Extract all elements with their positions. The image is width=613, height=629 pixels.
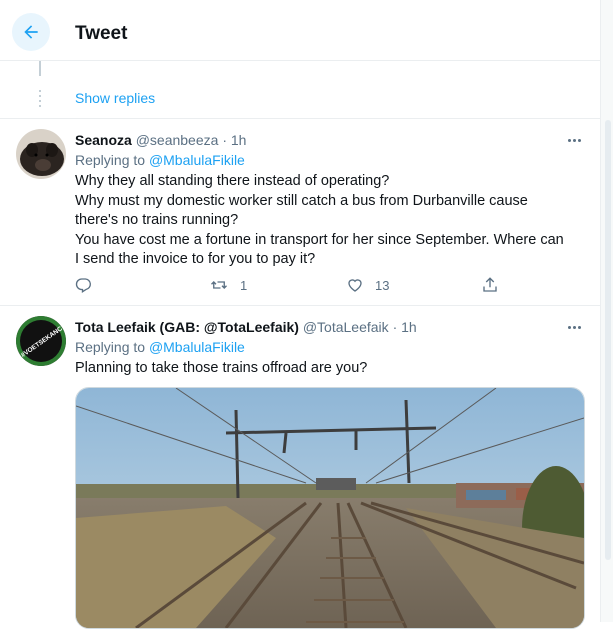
more-options-button[interactable] xyxy=(562,318,586,336)
replying-to: Replying to @MbalulaFikile xyxy=(75,338,245,356)
author-name[interactable]: Tota Leefaik (GAB: @TotaLeefaik) xyxy=(75,319,299,335)
tweet-text: Planning to take those trains offroad ar… xyxy=(75,359,570,379)
avatar-logo: #VOETSEKANC xyxy=(16,316,66,366)
tweet-header: Tota Leefaik (GAB: @TotaLeefaik) @TotaLe… xyxy=(75,318,417,336)
tweet-header: Seanoza @seanbeeza · 1h xyxy=(75,131,246,149)
replying-to-label: Replying to xyxy=(75,339,146,355)
separator: · xyxy=(222,132,227,148)
thread-connector-line xyxy=(39,60,41,76)
tweet-line: You have cost me a fortune in transport … xyxy=(75,231,564,268)
retweet-button[interactable]: 1 xyxy=(208,276,247,294)
tweet-text: Why they all standing there instead of o… xyxy=(75,172,570,270)
author-name[interactable]: Seanoza xyxy=(75,132,132,148)
more-options-button[interactable] xyxy=(562,131,586,149)
show-replies-link[interactable]: Show replies xyxy=(75,90,155,106)
heart-icon xyxy=(348,279,362,292)
tweet-photo[interactable] xyxy=(75,387,585,629)
avatar-image xyxy=(16,129,66,179)
tweet-line: Planning to take those trains offroad ar… xyxy=(75,360,368,376)
replying-to-label: Replying to xyxy=(75,152,146,168)
tweet-line: Why they all standing there instead of o… xyxy=(75,173,390,189)
like-count: 13 xyxy=(375,277,390,293)
share-button[interactable] xyxy=(481,276,499,294)
thread-dots xyxy=(39,90,41,108)
retweet-icon xyxy=(211,281,227,289)
timestamp[interactable]: 1h xyxy=(401,319,417,335)
replying-to: Replying to @MbalulaFikile xyxy=(75,151,245,169)
author-handle[interactable]: @TotaLeefaik xyxy=(303,319,389,335)
avatar[interactable]: #VOETSEKANC xyxy=(16,316,66,366)
timeline-column: Tweet 2 2 13 Show replies xyxy=(0,0,601,629)
share-icon xyxy=(483,277,497,292)
reply-icon xyxy=(75,278,91,293)
scrollbar[interactable] xyxy=(601,0,613,622)
page-header: Tweet xyxy=(0,0,600,61)
replying-to-link[interactable]: @MbalulaFikile xyxy=(149,152,245,168)
railway-photo xyxy=(76,388,584,628)
page-title: Tweet xyxy=(75,23,128,44)
like-button[interactable]: 13 xyxy=(345,276,389,294)
timestamp[interactable]: 1h xyxy=(231,132,247,148)
reply-button[interactable] xyxy=(75,276,103,294)
scrollbar-thumb[interactable] xyxy=(605,120,611,560)
retweet-count: 1 xyxy=(240,277,248,293)
arrow-left-icon xyxy=(24,25,38,39)
tweet[interactable]: Seanoza @seanbeeza · 1h Replying to @Mba… xyxy=(0,119,600,305)
tweet-actions: 1 13 xyxy=(75,276,515,296)
replying-to-link[interactable]: @MbalulaFikile xyxy=(149,339,245,355)
back-button[interactable] xyxy=(12,13,50,51)
tweet-line: Why must my domestic worker still catch … xyxy=(75,192,528,229)
avatar[interactable] xyxy=(16,129,66,179)
author-handle[interactable]: @seanbeeza xyxy=(136,132,219,148)
separator: · xyxy=(392,319,398,335)
